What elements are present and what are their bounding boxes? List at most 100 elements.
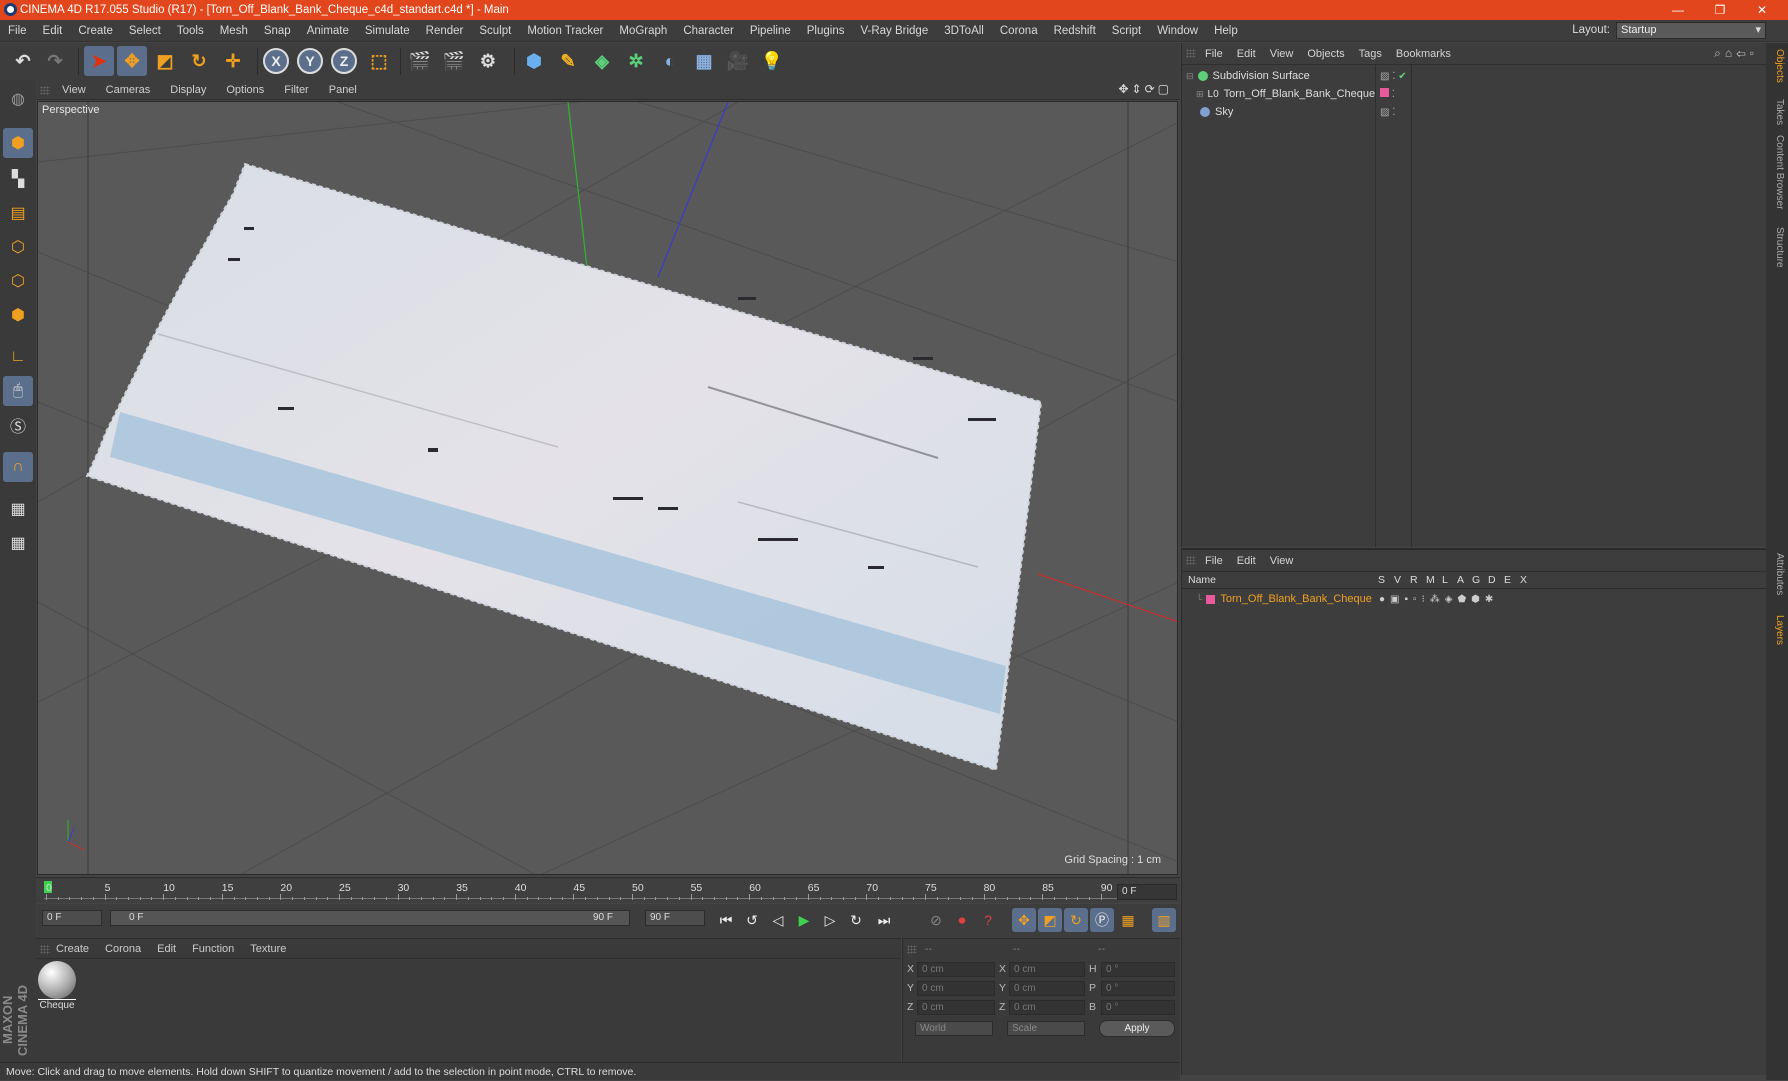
y-axis-lock-button[interactable]: Y <box>297 48 323 74</box>
start-frame-field[interactable]: 0 F <box>42 910 102 926</box>
edges-mode-icon[interactable]: ⬡ <box>3 266 33 296</box>
rot-p-field[interactable]: 0 ° <box>1101 981 1175 996</box>
rot-h-field[interactable]: 0 ° <box>1101 962 1175 977</box>
om-search-icons[interactable]: ⌕⌂⇦▫ <box>1714 46 1758 61</box>
light-icon[interactable]: 💡 <box>757 46 787 76</box>
tab-objects[interactable]: Objects <box>1769 49 1785 83</box>
menu-motion-tracker[interactable]: Motion Tracker <box>519 25 611 37</box>
menu-select[interactable]: Select <box>121 25 169 37</box>
viewport-nav-icons[interactable]: ✥⇕⟳▢ <box>1118 82 1172 96</box>
make-editable-icon[interactable]: ◍ <box>3 84 33 114</box>
key-pla-icon[interactable]: ▦ <box>1116 908 1140 932</box>
tab-content-browser[interactable]: Content Browser <box>1769 135 1785 209</box>
menu-render[interactable]: Render <box>418 25 472 37</box>
menu-mesh[interactable]: Mesh <box>212 25 256 37</box>
current-frame-field[interactable]: 0 F <box>1117 884 1177 900</box>
pos-z-field[interactable]: 0 cm <box>917 1000 995 1015</box>
record-keys-icon[interactable]: ⏺ <box>950 908 974 932</box>
texture-mode-icon[interactable]: ▚ <box>3 164 33 194</box>
object-row-sky[interactable]: Sky ▨ ⁚ <box>1182 103 1767 121</box>
subdivision-surface-icon[interactable]: ◈ <box>587 46 617 76</box>
size-mode-select[interactable]: Scale <box>1007 1021 1085 1036</box>
om-menu-view[interactable]: View <box>1263 48 1301 60</box>
pos-x-field[interactable]: 0 cm <box>917 962 995 977</box>
viewport-menu-options[interactable]: Options <box>216 84 274 96</box>
menu-character[interactable]: Character <box>675 25 742 37</box>
layer-color-swatch[interactable] <box>1206 594 1216 604</box>
scale-tool-icon[interactable]: ◩ <box>150 46 180 76</box>
visibility-dots[interactable]: ▨ ⁚ ✔ <box>1380 71 1407 82</box>
render-view-icon[interactable]: 🎬 <box>405 46 435 76</box>
z-axis-lock-button[interactable]: Z <box>331 48 357 74</box>
object-row-cheque[interactable]: ⊞ L0 Torn_Off_Blank_Bank_Cheque ⁚ <box>1182 85 1767 103</box>
layout-select[interactable]: Startup <box>1616 22 1766 39</box>
tweak-mode-icon[interactable]: 🖱 <box>3 376 33 406</box>
material-menu-edit[interactable]: Edit <box>149 943 184 955</box>
key-rotation-icon[interactable]: ↻ <box>1064 908 1088 932</box>
om-menu-edit[interactable]: Edit <box>1230 48 1263 60</box>
material-menu-corona[interactable]: Corona <box>97 943 149 955</box>
live-selection-icon[interactable]: ➤ <box>84 46 114 76</box>
minimize-button[interactable]: — <box>1658 0 1698 20</box>
viewport-menu-view[interactable]: View <box>52 84 96 96</box>
menu-file[interactable]: File <box>0 25 35 37</box>
coord-system-select[interactable]: World <box>915 1021 993 1036</box>
material-menu-function[interactable]: Function <box>184 943 242 955</box>
om-menu-objects[interactable]: Objects <box>1300 48 1351 60</box>
visibility-dots[interactable]: ▨ ⁚ <box>1380 107 1395 118</box>
menu-create[interactable]: Create <box>70 25 121 37</box>
end-frame-field[interactable]: 90 F <box>645 910 705 926</box>
deformer-icon[interactable]: ◐ <box>655 46 685 76</box>
close-button[interactable]: ✕ <box>1742 0 1782 20</box>
lm-menu-edit[interactable]: Edit <box>1230 555 1263 567</box>
go-to-end-icon[interactable]: ⏭ <box>872 908 896 932</box>
lm-menu-view[interactable]: View <box>1263 555 1301 567</box>
tab-structure[interactable]: Structure <box>1769 227 1785 268</box>
viewport-menu-panel[interactable]: Panel <box>319 84 367 96</box>
world-coordinates-icon[interactable]: ⬚ <box>364 46 394 76</box>
polygons-mode-icon[interactable]: ⬢ <box>3 300 33 330</box>
rot-b-field[interactable]: 0 ° <box>1101 1000 1175 1015</box>
cloner-icon[interactable]: ✲ <box>621 46 651 76</box>
visibility-dots[interactable]: ⁚ <box>1380 88 1395 100</box>
size-x-field[interactable]: 0 cm <box>1009 962 1085 977</box>
menu-script[interactable]: Script <box>1104 25 1149 37</box>
key-parameter-icon[interactable]: Ⓟ <box>1090 908 1114 932</box>
rotate-tool-icon[interactable]: ↻ <box>184 46 214 76</box>
expand-toggle-icon[interactable]: ⊞ <box>1196 89 1204 100</box>
tab-layers[interactable]: Layers <box>1769 615 1785 645</box>
lm-menu-file[interactable]: File <box>1198 555 1230 567</box>
material-menu-texture[interactable]: Texture <box>242 943 294 955</box>
menu-edit[interactable]: Edit <box>35 25 71 37</box>
material-swatch-cheque[interactable]: Cheque <box>38 961 76 1013</box>
collapse-toggle-icon[interactable]: ⊟ <box>1186 71 1194 82</box>
tab-takes[interactable]: Takes <box>1769 99 1785 125</box>
pos-y-field[interactable]: 0 cm <box>917 981 995 996</box>
motion-record-icon[interactable]: ⊘ <box>924 908 948 932</box>
model-mode-icon[interactable]: ⬢ <box>3 128 33 158</box>
viewport-menu-display[interactable]: Display <box>160 84 216 96</box>
menu-pipeline[interactable]: Pipeline <box>742 25 799 37</box>
menu-mograph[interactable]: MoGraph <box>611 25 675 37</box>
menu-v-ray-bridge[interactable]: V-Ray Bridge <box>852 25 936 37</box>
menu-redshift[interactable]: Redshift <box>1046 25 1104 37</box>
menu-plugins[interactable]: Plugins <box>799 25 853 37</box>
layer-toggle-icons[interactable]: ●▣▪▫⁝⁂◈⬟⬢✱ <box>1379 594 1498 605</box>
restore-button[interactable]: ❐ <box>1700 0 1740 20</box>
axis-mode-icon[interactable]: ∟ <box>3 342 33 372</box>
play-icon[interactable]: ▶ <box>792 908 816 932</box>
menu-3dtoall[interactable]: 3DToAll <box>936 25 992 37</box>
frame-range-slider[interactable]: 0 F 90 F <box>110 910 630 926</box>
menu-tools[interactable]: Tools <box>169 25 212 37</box>
key-position-icon[interactable]: ✥ <box>1012 908 1036 932</box>
render-picture-viewer-icon[interactable]: 🎬 <box>439 46 469 76</box>
menu-snap[interactable]: Snap <box>256 25 299 37</box>
undo-icon[interactable]: ↶ <box>8 46 38 76</box>
timeline-layout-icon[interactable]: ▥ <box>1152 908 1176 932</box>
step-forward-icon[interactable]: ▷ <box>818 908 842 932</box>
material-menu-create[interactable]: Create <box>48 943 97 955</box>
go-to-previous-key-icon[interactable]: ↺ <box>740 908 764 932</box>
viewport-menu-filter[interactable]: Filter <box>274 84 318 96</box>
tab-attributes[interactable]: Attributes <box>1769 553 1785 595</box>
magnet-icon[interactable]: ∩ <box>3 452 33 482</box>
